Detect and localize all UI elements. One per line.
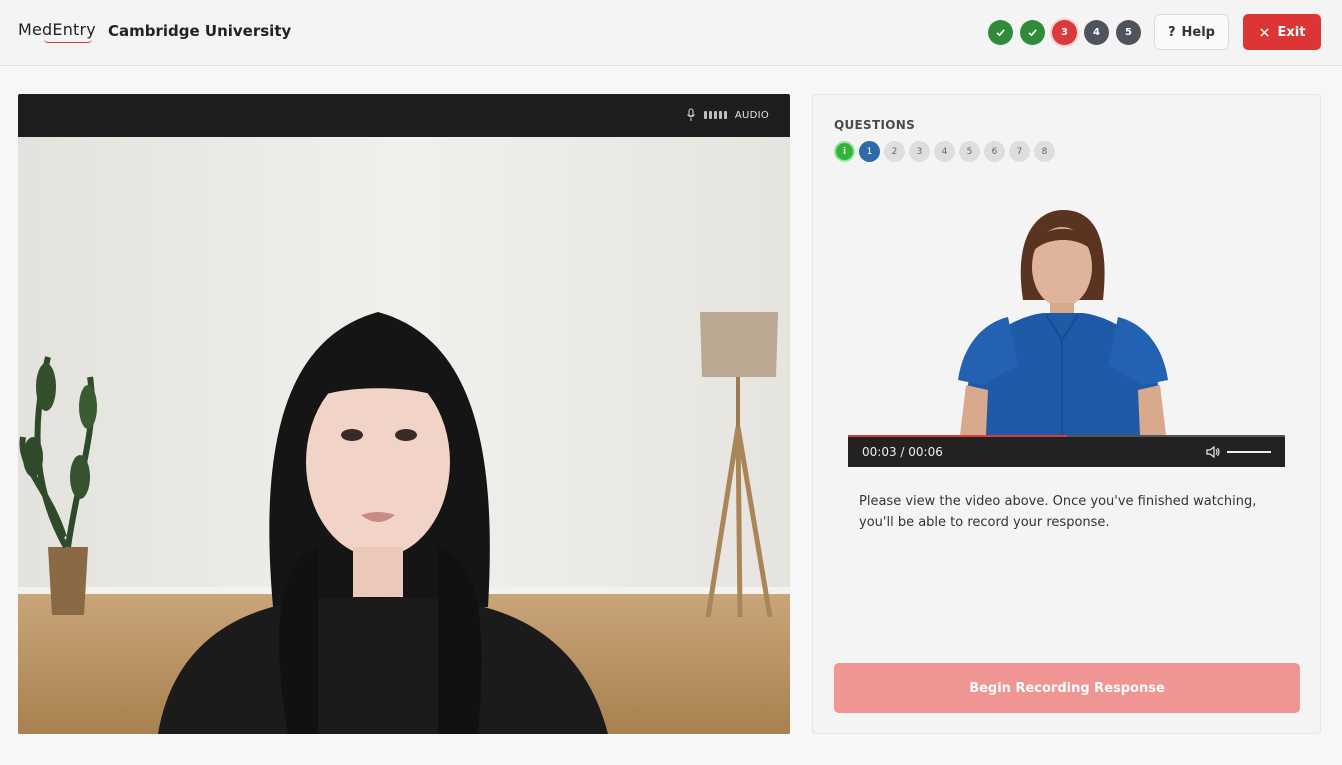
video-controls: 00:03 / 00:06 [848,437,1285,467]
question-video-player[interactable]: 00:03 / 00:06 [848,205,1285,467]
check-icon [996,29,1005,37]
video-time: 00:03 / 00:06 [862,445,943,459]
questions-heading: QUESTIONS [834,118,916,132]
volume-icon[interactable] [1205,444,1221,460]
webcam-toolbar: AUDIO [18,94,790,137]
question-3[interactable]: 3 [909,141,930,162]
volume-slider[interactable] [1227,451,1271,453]
help-label: Help [1181,24,1215,40]
step-2-complete [1020,20,1045,45]
interviewer-video-frame [848,205,1285,435]
medentry-logo: MedEntry [18,20,96,39]
step-4: 4 [1084,20,1109,45]
exit-label: Exit [1277,24,1306,40]
question-6[interactable]: 6 [984,141,1005,162]
close-icon [1259,27,1269,37]
webcam-feed-image [18,137,790,734]
question-navigator: i 1 2 3 4 5 6 7 8 [834,141,1055,162]
question-4[interactable]: 4 [934,141,955,162]
audio-level-meter [703,111,727,119]
question-7[interactable]: 7 [1009,141,1030,162]
webcam-preview: AUDIO [18,94,790,734]
audio-label: AUDIO [734,109,769,121]
instructions-text: Please view the video above. Once you've… [859,494,1257,530]
question-1[interactable]: 1 [859,141,880,162]
university-name: Cambridge University [108,22,292,40]
audio-indicator: AUDIO [686,108,769,122]
step-1-complete [988,20,1013,45]
help-button[interactable]: ? Help [1154,14,1229,50]
begin-recording-button[interactable]: Begin Recording Response [834,663,1300,713]
question-2[interactable]: 2 [884,141,905,162]
question-5[interactable]: 5 [959,141,980,162]
question-info-icon[interactable]: i [834,141,855,162]
step-5: 5 [1116,20,1141,45]
step-3-current: 3 [1052,20,1077,45]
questions-panel: QUESTIONS i 1 2 3 4 5 6 7 8 00:03 / 00:0… [812,94,1321,734]
exit-button[interactable]: Exit [1243,14,1321,50]
station-progress: 3 4 5 [988,20,1141,45]
top-header: MedEntry Cambridge University 3 4 5 ? He… [0,0,1342,66]
microphone-icon [686,108,695,121]
logo-swoosh [44,39,92,43]
question-mark-icon: ? [1167,24,1176,40]
check-icon [1028,29,1037,37]
question-8[interactable]: 8 [1034,141,1055,162]
